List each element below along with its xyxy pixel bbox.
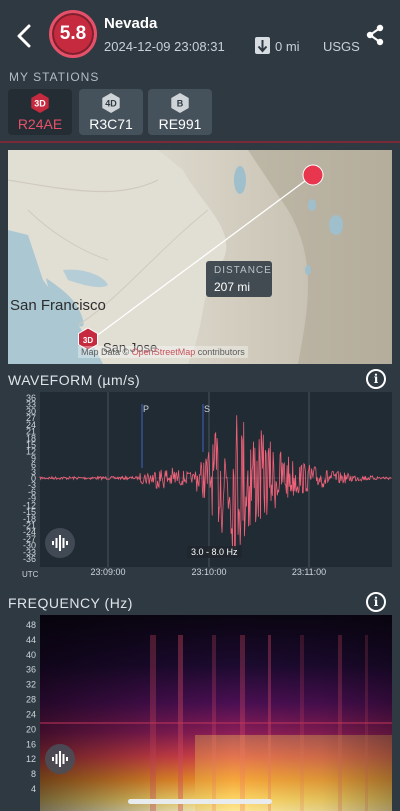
soundwave-icon <box>52 751 68 767</box>
station-badge-icon: 3D <box>31 93 49 113</box>
spectrogram-svg: 48 44 40 36 32 28 24 20 16 12 8 4 <box>26 615 392 811</box>
frequency-info-icon[interactable]: i <box>366 592 386 612</box>
frequency-y-tick: 32 <box>26 680 36 690</box>
frequency-y-tick: 4 <box>31 784 36 794</box>
back-chevron-icon[interactable] <box>12 22 36 50</box>
tab-label: R3C71 <box>89 116 133 132</box>
frequency-y-tick: 48 <box>26 620 36 630</box>
tab-label: R24AE <box>17 116 63 132</box>
waveform-x-tick: 23:10:00 <box>191 567 226 577</box>
home-indicator[interactable] <box>128 799 272 804</box>
filter-label: 3.0 - 8.0 Hz <box>187 546 242 558</box>
frequency-title: FREQUENCY (Hz) <box>8 595 133 611</box>
p-phase-label: P <box>143 404 149 414</box>
magnitude-badge: 5.8 <box>49 10 97 58</box>
distance-value: 207 mi <box>214 280 251 294</box>
frequency-y-tick: 44 <box>26 635 36 645</box>
soundwave-icon <box>52 535 68 551</box>
share-icon[interactable] <box>364 24 386 46</box>
event-header: 5.8 Nevada 2024-12-09 23:08:31 0 mi USGS <box>0 0 400 68</box>
waveform-x-tick: 23:11:00 <box>292 567 326 577</box>
tab-station-re991[interactable]: B RE991 <box>148 89 212 135</box>
spectrogram-chart[interactable]: 48 44 40 36 32 28 24 20 16 12 8 4 <box>0 615 400 811</box>
attribution-text: Map Data © <box>81 347 130 357</box>
station-badge-text: 3D <box>34 99 46 109</box>
distance-label: DISTANCE <box>214 265 272 276</box>
tabs-divider <box>0 141 400 143</box>
frequency-y-tick: 20 <box>26 724 36 734</box>
station-badge-icon: 4D <box>102 93 120 113</box>
frequency-y-tick: 40 <box>26 650 36 660</box>
arrow-down-icon <box>255 37 270 54</box>
map-attribution: Map Data © OpenStreetMap contributors <box>78 346 248 358</box>
event-time: 2024-12-09 23:08:31 <box>104 39 225 54</box>
event-name: Nevada <box>104 15 158 32</box>
waveform-chart[interactable]: 36 33 30 27 24 21 18 15 12 9 6 3 0 -3 -6 -9 -12 -15 -18 -21… <box>0 392 400 582</box>
tab-label: RE991 <box>158 116 202 132</box>
play-sound-button[interactable] <box>45 528 75 558</box>
station-badge-text: B <box>177 99 184 109</box>
frequency-y-tick: 28 <box>26 695 36 705</box>
station-badge-text: 4D <box>105 99 117 109</box>
waveform-y-tick: -36 <box>23 554 36 564</box>
frequency-y-tick: 36 <box>26 665 36 675</box>
map-terrain: 3D <box>8 150 392 364</box>
frequency-y-tick: 12 <box>26 754 36 764</box>
event-distance: 0 mi <box>275 39 300 54</box>
station-marker-text: 3D <box>83 336 93 345</box>
magnitude-value: 5.8 <box>59 23 87 44</box>
waveform-plot-bg <box>40 392 392 567</box>
city-label: San Francisco <box>10 297 106 314</box>
s-phase-label: S <box>204 404 210 414</box>
tab-station-r24ae[interactable]: 3D R24AE <box>8 89 72 135</box>
waveform-title: WAVEFORM (µm/s) <box>8 372 141 388</box>
frequency-y-tick: 24 <box>26 709 36 719</box>
event-source: USGS <box>323 39 360 54</box>
attribution-text: contributors <box>197 347 245 357</box>
frequency-y-tick: 16 <box>26 739 36 749</box>
attribution-link[interactable]: OpenStreetMap <box>132 347 196 357</box>
station-badge-icon: B <box>171 93 189 113</box>
epicenter-marker <box>302 164 324 186</box>
utc-label: UTC <box>22 570 39 579</box>
waveform-x-tick: 23:09:00 <box>90 567 125 577</box>
waveform-info-icon[interactable]: i <box>366 369 386 389</box>
play-sound-button[interactable] <box>45 744 75 774</box>
stations-title: MY STATIONS <box>9 70 100 84</box>
frequency-y-tick: 8 <box>31 769 36 779</box>
distance-box: DISTANCE 207 mi <box>206 261 272 297</box>
map-view[interactable]: 3D San Francisco San Jose Map Data © Ope… <box>8 150 392 364</box>
tab-station-r3c71[interactable]: 4D R3C71 <box>79 89 143 135</box>
